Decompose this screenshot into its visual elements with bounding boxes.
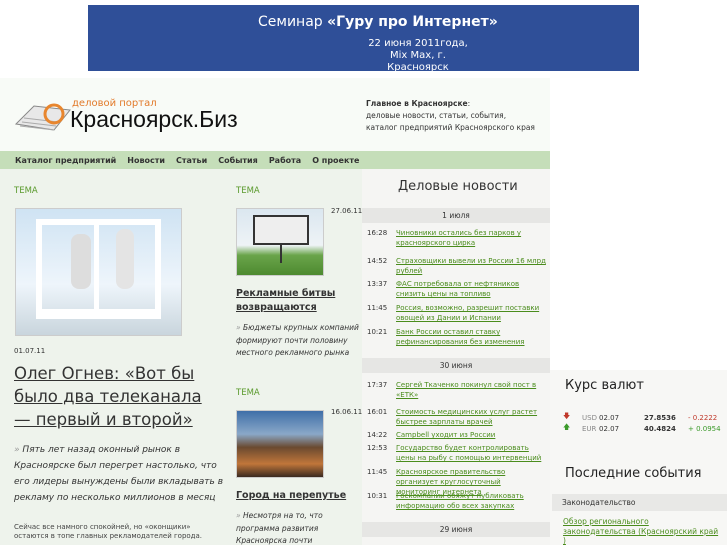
news-heading: Деловые новости: [398, 179, 518, 194]
events-category[interactable]: Законодательство: [552, 494, 727, 511]
news-time: 16:01: [367, 408, 388, 416]
nav-jobs[interactable]: Работа: [269, 156, 301, 165]
side-article-title[interactable]: Рекламные битвы возвращаются: [236, 287, 356, 315]
rate-change: + 0.0954: [688, 424, 721, 433]
arrow-down-icon: 🡇: [563, 412, 571, 420]
main-article-text: Сейчас все намного спокойней, но «оконщи…: [14, 523, 203, 540]
topic-label: ТЕМА: [236, 186, 260, 196]
rates-heading: Курс валют: [565, 378, 644, 393]
lead-text: Пять лет назад оконный рынок в Красноярс…: [14, 445, 223, 503]
nav-articles[interactable]: Статьи: [176, 156, 207, 165]
news-day-header: 1 июля: [362, 208, 550, 223]
news-time: 14:22: [367, 431, 388, 439]
news-time: 12:53: [367, 444, 388, 452]
news-link[interactable]: Россия, возможно, разрешит поставки овощ…: [396, 303, 546, 323]
events-heading: Последние события: [565, 466, 702, 481]
city-image[interactable]: [236, 410, 324, 478]
rate-row: 🡅 EUR 02.07 40.4824 + 0.0954: [563, 423, 721, 434]
tagline: Главное в Красноярске: деловые новости, …: [366, 99, 535, 132]
article-date: 16.06.11: [331, 408, 363, 416]
news-time: 10:21: [367, 328, 388, 336]
tagline-bold: Главное в Красноярске: [366, 99, 468, 108]
tagline-line: каталог предприятий Красноярского края: [366, 123, 535, 132]
news-link[interactable]: Госкомпании обяжут публиковать информаци…: [396, 491, 546, 511]
rate-value: 27.8536: [644, 413, 676, 422]
news-time: 17:37: [367, 381, 388, 389]
news-link[interactable]: ФАС потребовала от нефтяников снизить це…: [396, 279, 546, 299]
currency-code: USD: [582, 413, 597, 422]
news-time: 14:52: [367, 257, 388, 265]
news-item: 17:37 Сергей Ткаченко покинул свой пост в…: [367, 380, 546, 400]
business-news-column: Деловые новости 1 июля 16:28 Чиновники ост…: [362, 169, 550, 545]
news-item: 14:22 Campbell уходит из России: [367, 430, 546, 440]
side-article-lead: » Несмотря на то, что программа развития…: [236, 511, 323, 545]
currency-rates: Курс валют 🡇 USD 02.07 27.8536 - 0.2222 …: [550, 370, 727, 545]
news-time: 10:31: [367, 492, 388, 500]
rate-row: 🡇 USD 02.07 27.8536 - 0.2222: [563, 412, 717, 423]
news-link[interactable]: Чиновники остались без парков у краснояр…: [396, 228, 546, 248]
news-link[interactable]: Государство будет контролировать цены на…: [396, 443, 546, 463]
main-article-lead: » Пять лет назад оконный рынок в Красноя…: [14, 445, 223, 503]
nav-events[interactable]: События: [218, 156, 258, 165]
lead-text: Несмотря на то, что программа развития К…: [236, 511, 323, 545]
event-link[interactable]: Обзор регионального законодательства (Кр…: [563, 517, 723, 546]
news-item: 12:53 Государство будет контролировать це…: [367, 443, 546, 463]
news-item: 16:28 Чиновники остались без парков у кра…: [367, 228, 546, 248]
banner-text: Семинар: [258, 14, 328, 30]
rate-value: 40.4824: [644, 424, 676, 433]
news-time: 11:45: [367, 304, 388, 312]
news-link[interactable]: Страховщики вывели из России 16 млрд руб…: [396, 256, 546, 276]
lead-text: Бюджеты крупных компаний формируют почти…: [236, 323, 359, 357]
main-article-title[interactable]: Олег Огнев: «Вот бы было два телеканала …: [14, 362, 214, 431]
seminar-banner[interactable]: Семинар «Гуру про Интернет» 22 июня 2011…: [88, 5, 639, 73]
tagline-line: деловые новости, статьи, события,: [366, 111, 507, 120]
news-link[interactable]: Campbell уходит из России: [396, 430, 546, 440]
news-time: 13:37: [367, 280, 388, 288]
news-item: 10:21 Банк России оставил ставку рефинанс…: [367, 327, 546, 347]
arrow-up-icon: 🡅: [563, 423, 571, 431]
rate-date: 02.07: [599, 424, 620, 433]
article-date: 01.07.11: [14, 347, 46, 355]
banner-date: 22 июня 2011года,: [368, 38, 468, 49]
news-item: 13:37 ФАС потребовала от нефтяников снизи…: [367, 279, 546, 299]
news-link[interactable]: Банк России оставил ставку рефинансирова…: [396, 327, 546, 347]
side-article-lead: » Бюджеты крупных компаний формируют поч…: [236, 323, 359, 357]
news-item: 10:31 Госкомпании обяжут публиковать инфо…: [367, 491, 546, 511]
nav-about[interactable]: О проекте: [312, 156, 359, 165]
news-time: 16:28: [367, 229, 388, 237]
side-article-title[interactable]: Город на перепутье: [236, 489, 356, 503]
billboard-image[interactable]: [236, 208, 324, 276]
nav-catalog[interactable]: Каталог предприятий: [15, 156, 116, 165]
article-date: 27.06.11: [331, 207, 363, 215]
topic-label: ТЕМА: [236, 388, 260, 398]
news-day-header: 29 июня: [362, 522, 550, 537]
news-link[interactable]: Стоимость медицинских услуг растет быстр…: [396, 407, 546, 427]
main-nav: Каталог предприятий Новости Статьи Событ…: [0, 151, 550, 169]
banner-place: Mix Max, г. Красноярск: [387, 50, 449, 73]
newspaper-logo-icon: [14, 103, 71, 131]
currency-code: EUR: [582, 424, 597, 433]
news-day-header: 30 июня: [362, 358, 550, 373]
news-link[interactable]: Сергей Ткаченко покинул свой пост в «ЕТК…: [396, 380, 546, 400]
nav-news[interactable]: Новости: [127, 156, 165, 165]
rate-change: - 0.2222: [688, 413, 718, 422]
logo[interactable]: Красноярск.Биз: [70, 106, 238, 133]
right-top-area: [550, 78, 727, 370]
rate-date: 02.07: [599, 413, 620, 422]
topic-label: ТЕМА: [14, 186, 38, 196]
main-article-image[interactable]: [15, 208, 182, 336]
news-item: 14:52 Страховщики вывели из России 16 млр…: [367, 256, 546, 276]
news-item: 11:45 Россия, возможно, разрешит поставки…: [367, 303, 546, 323]
banner-title: «Гуру про Интернет»: [327, 14, 498, 30]
news-item: 16:01 Стоимость медицинских услуг растет …: [367, 407, 546, 427]
